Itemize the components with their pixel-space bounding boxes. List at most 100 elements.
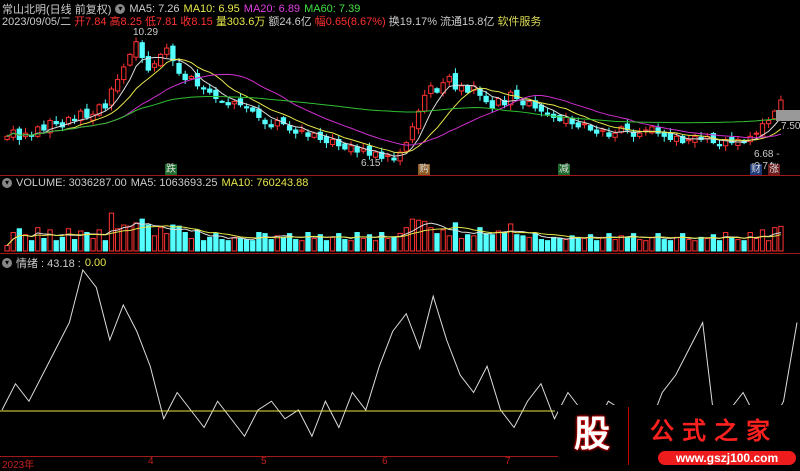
volume-bar (409, 218, 416, 252)
volume-bar (698, 236, 704, 252)
candle-body (372, 151, 379, 158)
volume-bar (581, 237, 588, 252)
volume-bar (200, 240, 207, 252)
volume-bar (348, 240, 354, 252)
volume-bar (729, 237, 735, 252)
volume-bar (415, 219, 422, 252)
volume-bar (256, 232, 262, 252)
volume-bar (145, 224, 151, 252)
volume-bar (520, 235, 526, 252)
volume-bar (16, 228, 23, 252)
watermark-logo: 股 公式之家 www.gszj100.com (558, 405, 800, 467)
volume-bar (360, 237, 366, 252)
candle-body (262, 119, 268, 125)
volume-bar (35, 227, 41, 252)
candle-body (243, 106, 250, 109)
volume-bar (293, 239, 299, 252)
volume-bar (575, 236, 581, 252)
volume-bar (231, 236, 237, 252)
candle-body (213, 89, 219, 99)
volume-bar (342, 239, 348, 252)
candle-body (575, 122, 581, 128)
candle-body (151, 63, 158, 68)
volume-bar (391, 236, 397, 252)
candle-body (133, 41, 139, 58)
candle-body (170, 45, 176, 62)
candle-body (465, 85, 471, 93)
candle-body (274, 120, 280, 127)
volume-bar (372, 240, 379, 252)
volume-bar (483, 233, 489, 252)
volume-bar (157, 227, 164, 252)
candle-body (422, 94, 428, 112)
volume-bar (618, 235, 624, 252)
volume-bar (735, 239, 741, 252)
volume-bar (723, 232, 729, 252)
volume-bar (10, 232, 16, 252)
candle-body (176, 63, 182, 74)
candle-body (164, 47, 170, 55)
candle-body (637, 132, 643, 137)
candle-body (415, 110, 422, 130)
volume-bar (489, 234, 495, 252)
dropdown-icon[interactable]: ▾ (2, 258, 12, 268)
candle-body (317, 131, 323, 140)
candle-body (563, 116, 569, 124)
volume-bar (84, 232, 90, 252)
axis-label: 2023年 (2, 460, 35, 471)
high-price-label: 10.29 (133, 27, 159, 38)
candle-body (219, 100, 225, 103)
kline-chart[interactable] (0, 0, 800, 467)
candle-body (434, 88, 440, 93)
volume-bar (704, 237, 710, 252)
volume-bar (446, 235, 452, 252)
candle-body (342, 143, 348, 150)
volume-bar (299, 240, 305, 252)
dropdown-icon[interactable]: ▾ (2, 178, 12, 188)
candle-body (127, 53, 133, 66)
volume-bar (194, 229, 201, 252)
volume-bar (219, 239, 225, 252)
candle-body (686, 138, 692, 142)
sentiment-value2: 0.00 (84, 257, 107, 269)
volume-bar (354, 232, 360, 252)
volume-bar (188, 237, 194, 252)
candle-body (600, 129, 606, 132)
price-marker-box (776, 110, 800, 121)
volume-bar (237, 237, 244, 252)
candle-body (612, 132, 618, 138)
candle-body (354, 146, 360, 153)
volume-bar (526, 236, 532, 252)
volume-header: ▾ VOLUME: 3036287.00 MA5: 1063693.25 MA1… (2, 177, 308, 189)
ma60-line (6, 95, 781, 137)
axis-label: 4 (148, 456, 154, 467)
logo-text: 公式之家 (650, 416, 778, 445)
logo-url: www.gszj100.com (658, 451, 796, 465)
candle-body (207, 88, 213, 93)
volume-bar (514, 234, 520, 252)
volume-bar (151, 235, 158, 252)
candle-body (268, 124, 274, 128)
volume-bar (53, 240, 59, 252)
candle-body (526, 101, 532, 107)
volume-bar (59, 236, 65, 252)
axis-label: 6 (382, 456, 388, 467)
candle-body (759, 123, 766, 136)
candle-body (188, 75, 194, 80)
candle-body (520, 100, 526, 106)
volume-bar (336, 233, 342, 252)
volume-bar (28, 240, 35, 252)
volume-label: VOLUME: 3036287.00 (16, 177, 127, 189)
volume-bar (133, 222, 139, 252)
volume-bar (495, 230, 502, 252)
volume-bar (471, 235, 477, 252)
candle-body (41, 124, 47, 131)
volume-bar (225, 240, 231, 252)
low-price-label: 6.15 (361, 158, 381, 169)
volume-bar (544, 240, 551, 252)
volume-bar (667, 240, 674, 252)
volume-bar (323, 240, 330, 252)
volume-bar (311, 237, 317, 252)
candle-body (544, 112, 551, 115)
candle-body (157, 53, 164, 67)
